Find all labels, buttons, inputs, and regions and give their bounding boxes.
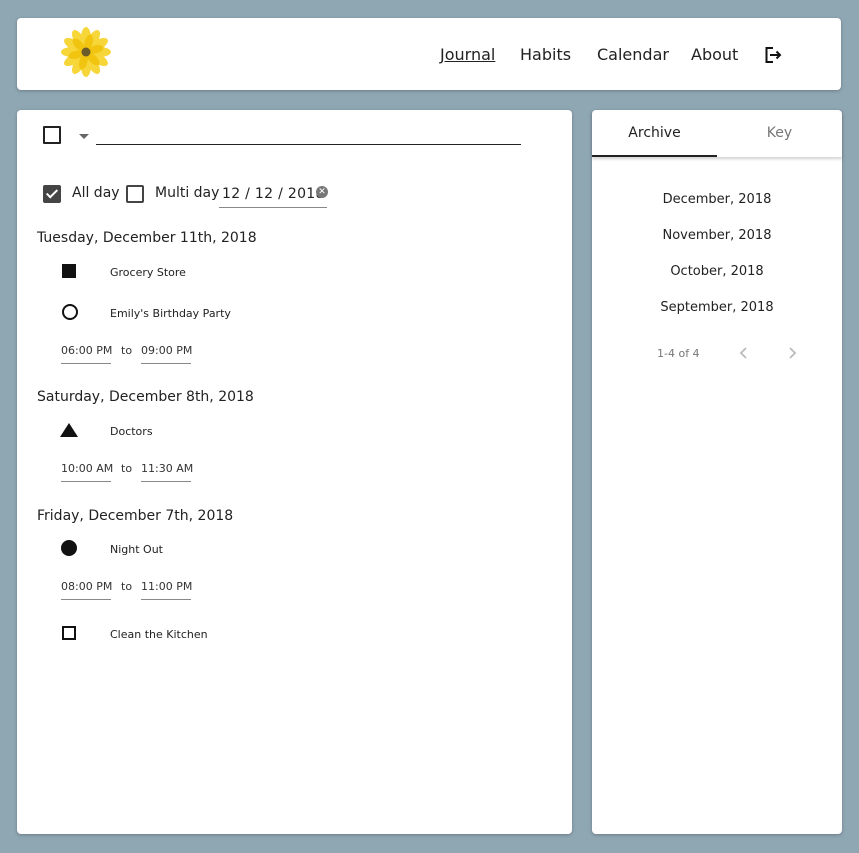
clear-icon[interactable]: ✕ [316, 186, 328, 198]
start-time-input[interactable]: 10:00 AM [61, 461, 113, 482]
sidebar-tabs: Archive Key [592, 110, 842, 157]
entry-label[interactable]: Grocery Store [110, 266, 186, 280]
chevron-down-icon[interactable] [79, 134, 89, 139]
chevron-left-icon[interactable] [737, 345, 751, 361]
pagination-range: 1-4 of 4 [657, 347, 700, 360]
nav-calendar[interactable]: Calendar [597, 45, 669, 65]
chevron-right-icon[interactable] [785, 345, 799, 361]
nav-about[interactable]: About [691, 45, 738, 65]
sunflower-logo[interactable] [61, 27, 111, 77]
nav-habits[interactable]: Habits [520, 45, 571, 65]
end-time-input[interactable]: 09:00 PM [141, 343, 192, 364]
end-time-input[interactable]: 11:30 AM [141, 461, 193, 482]
time-separator: to [121, 580, 133, 593]
multi-day-label: Multi day [155, 185, 220, 201]
tab-key[interactable]: Key [717, 110, 842, 157]
archive-item[interactable]: October, 2018 [592, 263, 842, 281]
app-header: Journal Habits Calendar About [17, 18, 841, 90]
task-bullet-icon[interactable] [62, 264, 76, 278]
journal-panel: All day Multi day 12 / 12 / 2018 ✕ Tuesd… [17, 110, 572, 834]
all-day-checkbox[interactable] [43, 185, 61, 203]
archive-item[interactable]: November, 2018 [592, 227, 842, 245]
all-day-label: All day [72, 185, 120, 201]
entry-type-checkbox[interactable] [43, 126, 61, 144]
entry-label[interactable]: Doctors [110, 425, 153, 439]
day-heading: Saturday, December 8th, 2018 [37, 389, 254, 405]
time-separator: to [121, 344, 133, 357]
date-input[interactable]: 12 / 12 / 2018 ✕ [219, 181, 328, 208]
tab-archive[interactable]: Archive [592, 110, 717, 157]
entry-label[interactable]: Emily's Birthday Party [110, 307, 231, 321]
task-bullet-icon[interactable] [62, 626, 76, 640]
appointment-bullet-icon[interactable] [60, 423, 78, 437]
event-bullet-icon[interactable] [62, 304, 78, 320]
multi-day-checkbox[interactable] [126, 185, 144, 203]
event-bullet-icon[interactable] [61, 540, 77, 556]
entry-label[interactable]: Clean the Kitchen [110, 628, 208, 642]
archive-item[interactable]: September, 2018 [592, 299, 842, 317]
sidebar-panel: Archive Key December, 2018 November, 201… [592, 110, 842, 834]
day-heading: Friday, December 7th, 2018 [37, 508, 234, 524]
nav-journal[interactable]: Journal [440, 45, 495, 65]
start-time-input[interactable]: 08:00 PM [61, 579, 112, 600]
end-time-input[interactable]: 11:00 PM [141, 579, 192, 600]
time-separator: to [121, 462, 133, 475]
start-time-input[interactable]: 06:00 PM [61, 343, 112, 364]
entry-label[interactable]: Night Out [110, 543, 163, 557]
day-heading: Tuesday, December 11th, 2018 [37, 230, 257, 246]
archive-item[interactable]: December, 2018 [592, 191, 842, 209]
date-value: 12 / 12 / 2018 [222, 186, 325, 202]
logout-icon[interactable] [764, 46, 782, 64]
entry-title-input[interactable] [96, 124, 521, 145]
